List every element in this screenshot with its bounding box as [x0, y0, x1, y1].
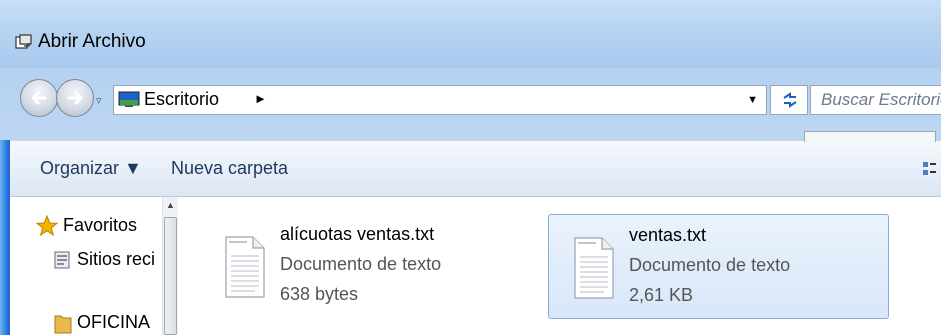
refresh-icon — [783, 92, 797, 108]
search-placeholder: Buscar Escritorio — [821, 90, 941, 109]
window-title: Abrir Archivo — [38, 31, 146, 52]
open-file-dialog-icon — [15, 34, 32, 49]
nav-item-oficina[interactable]: OFICINA — [54, 312, 150, 334]
search-box[interactable]: Buscar Escritorio — [810, 85, 941, 115]
file-name: ventas.txt — [629, 225, 707, 245]
recent-places-icon — [54, 251, 70, 269]
file-size: 2,61 KB — [629, 285, 694, 305]
file-item[interactable]: alícuotas ventas.txt Documento de texto … — [200, 214, 541, 319]
history-dropdown[interactable]: ▿ — [96, 94, 102, 107]
address-bar-row: ▿ Escritorio ► ▼ Buscar Escritorio — [0, 68, 941, 140]
nav-scrollbar[interactable]: ▲ — [162, 197, 178, 335]
back-button[interactable] — [20, 79, 58, 117]
text-document-icon — [225, 236, 265, 298]
address-dropdown[interactable]: ▼ — [747, 94, 758, 106]
bottom-control-edge — [804, 131, 936, 142]
new-folder-button[interactable]: Nueva carpeta — [171, 158, 288, 179]
file-type: Documento de texto — [280, 254, 442, 274]
file-type: Documento de texto — [629, 255, 791, 275]
file-item-selected[interactable]: ventas.txt Documento de texto 2,61 KB — [548, 214, 889, 319]
text-document-icon — [574, 237, 614, 299]
file-name: alícuotas ventas.txt — [280, 224, 435, 244]
file-size: 638 bytes — [280, 284, 359, 304]
scroll-thumb[interactable] — [164, 217, 177, 335]
forward-button[interactable] — [56, 79, 94, 117]
desktop-icon — [118, 91, 140, 107]
command-toolbar: Organizar ▼ Nueva carpeta — [10, 140, 941, 197]
folder-icon — [54, 315, 72, 334]
star-icon — [36, 215, 58, 237]
navigation-pane: Favoritos Sitios reci OFICINA ▲ — [10, 197, 178, 335]
location-label[interactable]: Escritorio — [144, 89, 219, 110]
organize-menu[interactable]: Organizar ▼ — [40, 158, 142, 179]
change-view-icon[interactable] — [922, 160, 936, 178]
nav-item-favoritos[interactable]: Favoritos — [36, 215, 137, 237]
nav-item-label: OFICINA — [77, 312, 151, 332]
scroll-up-icon[interactable]: ▲ — [166, 200, 175, 210]
nav-item-label: Favoritos — [63, 215, 138, 235]
content-area: Favoritos Sitios reci OFICINA ▲ alícuota… — [10, 197, 941, 335]
title-bar[interactable]: Abrir Archivo — [0, 0, 941, 68]
address-field[interactable]: Escritorio ► ▼ — [113, 85, 767, 115]
nav-item-sitios-recientes[interactable]: Sitios reci — [54, 249, 155, 270]
back-arrow-icon — [31, 91, 47, 105]
breadcrumb-arrow-icon[interactable]: ► — [254, 91, 267, 106]
forward-arrow-icon — [67, 91, 83, 105]
file-list: alícuotas ventas.txt Documento de texto … — [178, 197, 941, 335]
refresh-button[interactable] — [770, 85, 808, 115]
nav-item-label: Sitios reci — [77, 249, 156, 269]
